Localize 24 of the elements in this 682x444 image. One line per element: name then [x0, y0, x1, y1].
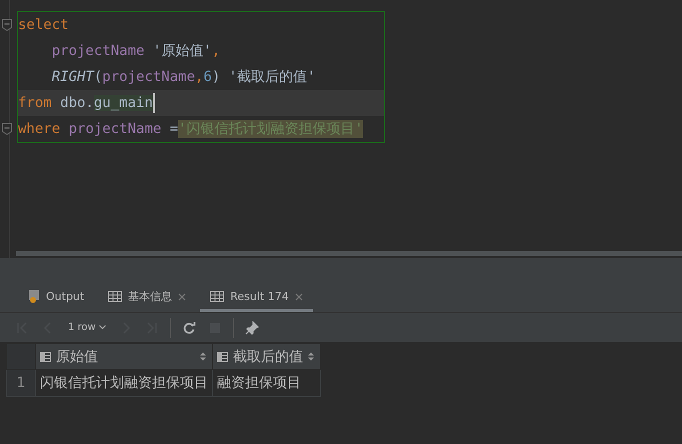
- sort-icon[interactable]: [200, 352, 206, 361]
- fold-icon[interactable]: [2, 123, 12, 135]
- column-icon: [217, 352, 228, 362]
- code-line: RIGHT(projectName,6) '截取后的值': [50, 68, 317, 87]
- caret-icon: [98, 325, 106, 330]
- tab[interactable]: 基本信息: [98, 284, 196, 312]
- code-line: projectName '原始值',: [50, 42, 222, 61]
- table-cell: 融资担保项目: [212, 370, 320, 396]
- tab[interactable]: Output: [18, 284, 94, 312]
- code-line: select: [18, 12, 384, 38]
- fold-icon[interactable]: [2, 19, 12, 31]
- table-icon: [210, 291, 224, 302]
- console-icon: [28, 290, 40, 304]
- row-count-dropdown[interactable]: 1 row: [62, 322, 112, 333]
- column-header[interactable]: 原始值: [36, 344, 212, 370]
- sort-icon[interactable]: [308, 352, 314, 361]
- row-number: 1: [6, 370, 36, 396]
- table-icon: [108, 291, 122, 302]
- table-cell: 闪银信托计划融资担保项目: [36, 370, 212, 396]
- close-icon[interactable]: [294, 292, 303, 300]
- column-icon: [40, 352, 51, 362]
- close-icon[interactable]: [178, 292, 186, 300]
- scrollbar[interactable]: [16, 251, 682, 256]
- column-header[interactable]: 截取后的值: [212, 344, 320, 370]
